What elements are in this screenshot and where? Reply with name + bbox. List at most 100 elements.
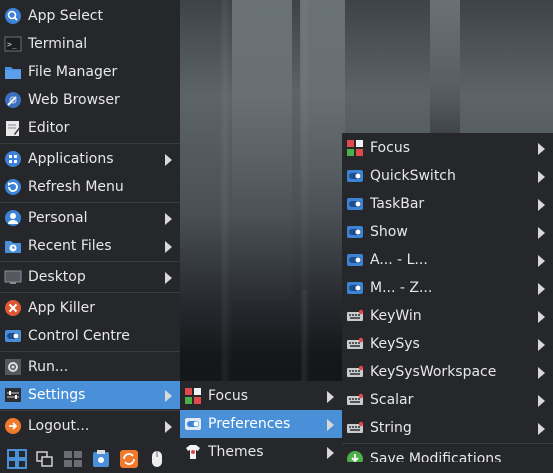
submenu-arrow-icon bbox=[327, 391, 334, 403]
user-icon bbox=[4, 209, 22, 227]
menu-item-applications[interactable]: Applications bbox=[0, 145, 180, 173]
pref-item-m-z[interactable]: M... - Z... bbox=[342, 274, 553, 302]
submenu-arrow-icon bbox=[538, 227, 545, 239]
terminal-icon: >_ bbox=[4, 35, 22, 53]
menu-item-label: M... - Z... bbox=[370, 280, 433, 296]
toggle-icon bbox=[346, 251, 364, 269]
pref-item-quickswitch[interactable]: QuickSwitch bbox=[342, 162, 553, 190]
pref-item-a-l[interactable]: A... - L... bbox=[342, 246, 553, 274]
taskbar bbox=[0, 445, 180, 473]
submenu-arrow-icon bbox=[538, 423, 545, 435]
submenu-arrow-icon bbox=[538, 395, 545, 407]
submenu-arrow-icon bbox=[538, 171, 545, 183]
pref-item-taskbar[interactable]: TaskBar bbox=[342, 190, 553, 218]
background-pillar bbox=[430, 0, 460, 135]
file-manager-icon[interactable] bbox=[90, 448, 112, 470]
submenu-arrow-icon bbox=[165, 272, 172, 284]
menu-item-label: KeyWin bbox=[370, 308, 422, 324]
focus-icon bbox=[346, 139, 364, 157]
menu-item-web-browser[interactable]: Web Browser bbox=[0, 86, 180, 114]
app-select-icon bbox=[4, 7, 22, 25]
menu-item-label: Personal bbox=[28, 210, 88, 226]
submenu-arrow-icon bbox=[327, 419, 334, 431]
submenu-arrow-icon bbox=[165, 421, 172, 433]
toggle-icon bbox=[346, 167, 364, 185]
menu-item-label: Web Browser bbox=[28, 92, 120, 108]
menu-item-editor[interactable]: Editor bbox=[0, 114, 180, 142]
menu-item-label: Preferences bbox=[208, 416, 291, 432]
run-icon bbox=[4, 358, 22, 376]
submenu-arrow-icon bbox=[538, 311, 545, 323]
menu-item-logout[interactable]: Logout... bbox=[0, 412, 180, 440]
menu-item-label: Scalar bbox=[370, 392, 414, 408]
keyboard-icon bbox=[346, 419, 364, 437]
main-menu: App Select >_ Terminal File Manager Web … bbox=[0, 0, 180, 445]
pref-item-keysysworkspace[interactable]: KeySysWorkspace bbox=[342, 358, 553, 386]
menu-separator bbox=[0, 143, 180, 144]
menu-item-label: Applications bbox=[28, 151, 114, 167]
themes-icon bbox=[184, 443, 202, 461]
menu-item-run[interactable]: Run... bbox=[0, 353, 180, 381]
logout-icon bbox=[4, 417, 22, 435]
menu-item-label: Focus bbox=[370, 140, 410, 156]
settings-submenu: Focus Preferences Themes bbox=[180, 381, 342, 465]
submenu-item-preferences[interactable]: Preferences bbox=[180, 410, 342, 438]
menu-item-label: Logout... bbox=[28, 418, 90, 434]
menu-item-label: String bbox=[370, 420, 412, 436]
submenu-arrow-icon bbox=[538, 255, 545, 267]
menu-item-label: QuickSwitch bbox=[370, 168, 456, 184]
menu-separator bbox=[342, 443, 553, 444]
refresh-icon[interactable] bbox=[118, 448, 140, 470]
app-killer-icon bbox=[4, 299, 22, 317]
menu-item-refresh-menu[interactable]: Refresh Menu bbox=[0, 173, 180, 201]
submenu-arrow-icon bbox=[165, 241, 172, 253]
keyboard-icon bbox=[346, 391, 364, 409]
preferences-submenu: Focus QuickSwitch TaskBar Show A... - L.… bbox=[342, 133, 553, 473]
menu-item-label: Settings bbox=[28, 387, 86, 403]
recent-files-icon bbox=[4, 237, 22, 255]
menu-item-label: Recent Files bbox=[28, 238, 112, 254]
toggle-icon bbox=[346, 279, 364, 297]
menu-item-label: Control Centre bbox=[28, 328, 130, 344]
menu-item-recent-files[interactable]: Recent Files bbox=[0, 232, 180, 260]
mouse-icon[interactable] bbox=[146, 448, 168, 470]
submenu-arrow-icon bbox=[538, 339, 545, 351]
menu-item-control-centre[interactable]: Control Centre bbox=[0, 322, 180, 350]
desktop-icon bbox=[4, 268, 22, 286]
pref-item-string[interactable]: String bbox=[342, 414, 553, 442]
pref-item-keywin[interactable]: KeyWin bbox=[342, 302, 553, 330]
refresh-icon bbox=[4, 178, 22, 196]
menu-item-app-select[interactable]: App Select bbox=[0, 2, 180, 30]
submenu-arrow-icon bbox=[327, 447, 334, 459]
menu-item-settings[interactable]: Settings bbox=[0, 381, 180, 409]
pref-item-scalar[interactable]: Scalar bbox=[342, 386, 553, 414]
menu-item-label: KeySys bbox=[370, 336, 420, 352]
pref-item-show[interactable]: Show bbox=[342, 218, 553, 246]
menu-item-label: Focus bbox=[208, 388, 248, 404]
start-menu-icon[interactable] bbox=[6, 448, 28, 470]
workspace-icon[interactable] bbox=[62, 448, 84, 470]
menu-item-terminal[interactable]: >_ Terminal bbox=[0, 30, 180, 58]
toggle-icon bbox=[346, 223, 364, 241]
menu-separator bbox=[0, 202, 180, 203]
menu-item-label: A... - L... bbox=[370, 252, 428, 268]
editor-icon bbox=[4, 119, 22, 137]
show-windows-icon[interactable] bbox=[34, 448, 56, 470]
menu-item-label: Refresh Menu bbox=[28, 179, 124, 195]
submenu-item-focus[interactable]: Focus bbox=[180, 382, 342, 410]
control-centre-icon bbox=[4, 327, 22, 345]
pref-item-focus[interactable]: Focus bbox=[342, 134, 553, 162]
submenu-arrow-icon bbox=[165, 213, 172, 225]
preferences-icon bbox=[184, 415, 202, 433]
web-browser-icon bbox=[4, 91, 22, 109]
menu-item-desktop[interactable]: Desktop bbox=[0, 263, 180, 291]
menu-item-label: App Killer bbox=[28, 300, 96, 316]
pref-item-keysys[interactable]: KeySys bbox=[342, 330, 553, 358]
menu-item-app-killer[interactable]: App Killer bbox=[0, 294, 180, 322]
submenu-arrow-icon bbox=[538, 199, 545, 211]
menu-item-file-manager[interactable]: File Manager bbox=[0, 58, 180, 86]
submenu-arrow-icon bbox=[165, 154, 172, 166]
focus-icon bbox=[184, 387, 202, 405]
menu-item-label: Desktop bbox=[28, 269, 86, 285]
menu-item-personal[interactable]: Personal bbox=[0, 204, 180, 232]
